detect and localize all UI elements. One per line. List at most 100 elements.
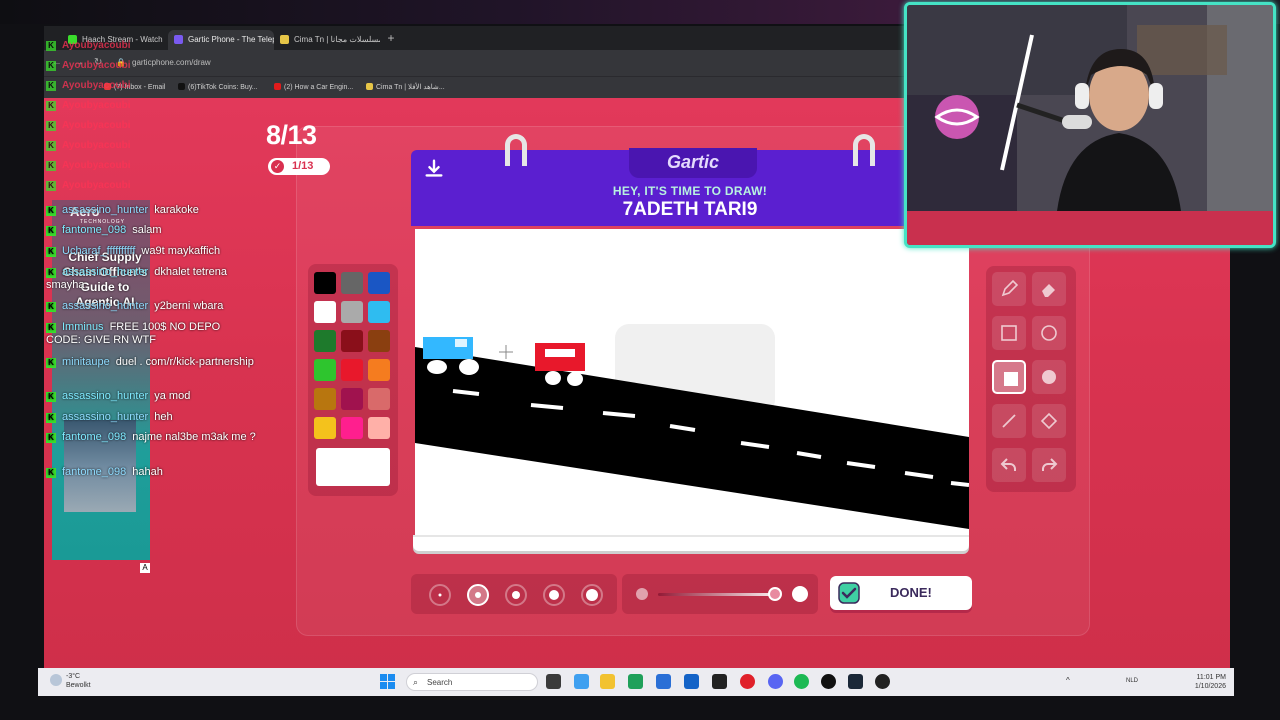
color-swatch[interactable] — [341, 301, 363, 323]
done-label: DONE! — [890, 585, 932, 600]
color-swatch[interactable] — [341, 359, 363, 381]
brush-size-3[interactable] — [505, 584, 527, 606]
selected-color-preview[interactable] — [316, 448, 390, 486]
color-swatch[interactable] — [314, 330, 336, 352]
color-swatch[interactable] — [368, 301, 390, 323]
filled-rectangle-tool[interactable] — [992, 360, 1026, 394]
color-swatch[interactable] — [368, 330, 390, 352]
kick-badge-icon: K — [46, 302, 56, 312]
ring-icon — [853, 134, 875, 166]
circle-icon — [1041, 325, 1057, 341]
discord-icon[interactable] — [768, 674, 783, 689]
color-swatch[interactable] — [368, 272, 390, 294]
color-swatch[interactable] — [341, 330, 363, 352]
round-counter: 8/13 — [266, 120, 317, 150]
chat-username[interactable]: Ucharaf_ffffffffff — [62, 245, 135, 257]
color-swatch[interactable] — [314, 388, 336, 410]
task-view-icon[interactable] — [546, 674, 561, 689]
color-swatch[interactable] — [341, 417, 363, 439]
download-icon[interactable] — [423, 158, 445, 180]
undo-button[interactable] — [992, 448, 1026, 482]
color-swatch[interactable] — [314, 359, 336, 381]
ellipse-tool[interactable] — [1032, 316, 1066, 350]
chat-username[interactable]: assassino_hunter — [62, 300, 148, 312]
steam-icon[interactable] — [848, 674, 863, 689]
chat-ghost-names: K Ayoubyacoubi K Ayoubyacoubi K Ayoubyacoubi K… — [46, 36, 176, 196]
fill-tool[interactable] — [1032, 404, 1066, 438]
terminal-icon[interactable] — [712, 674, 727, 689]
tab-label: Cima Tn | المسلسلات مجانا — [294, 35, 380, 44]
ring-icon — [505, 134, 527, 166]
tab-label: Gartic Phone - The Telep — [188, 35, 274, 44]
chat-username[interactable]: assassino_hunter — [62, 390, 148, 402]
brush-size-2[interactable] — [467, 584, 489, 606]
windows-start-icon[interactable] — [380, 674, 396, 690]
pencil-tool[interactable] — [992, 272, 1026, 306]
color-swatch[interactable] — [368, 417, 390, 439]
opacity-track[interactable] — [658, 593, 774, 596]
chat-username[interactable]: assassino_hunter — [62, 411, 148, 423]
bookmark-cima[interactable]: Cima Tn | شاهد الأفلا... — [366, 83, 445, 91]
drawing-canvas[interactable] — [415, 229, 970, 535]
color-swatch[interactable] — [314, 417, 336, 439]
chat-ghost-name: K Ayoubyacoubi — [46, 140, 131, 151]
screen: Haach Stream - Watch Gartic Phone - The … — [0, 0, 1280, 720]
store-icon[interactable] — [656, 674, 671, 689]
obs-icon[interactable] — [821, 674, 836, 689]
eraser-tool[interactable] — [1032, 272, 1066, 306]
chat-username[interactable]: assassino_hunter — [62, 204, 148, 216]
redo-button[interactable] — [1032, 448, 1066, 482]
chat-username[interactable]: fantome_098 — [62, 431, 126, 443]
brush-size-5[interactable] — [581, 584, 603, 606]
clock[interactable]: 11:01 PM 1/10/2026 — [1195, 673, 1226, 691]
color-swatch[interactable] — [341, 272, 363, 294]
color-swatch[interactable] — [314, 301, 336, 323]
ad-choices-icon[interactable]: A — [140, 563, 150, 573]
brush-size-4[interactable] — [543, 584, 565, 606]
tab-cima-tn[interactable]: Cima Tn | المسلسلات مجانا — [274, 30, 380, 50]
chat-text: y2berni wbara — [154, 300, 224, 312]
color-swatch[interactable] — [368, 359, 390, 381]
color-swatch[interactable] — [341, 388, 363, 410]
edge-icon[interactable] — [628, 674, 643, 689]
chat-username[interactable]: fantome_098 — [62, 466, 126, 478]
color-swatch[interactable] — [368, 388, 390, 410]
brush-size-1[interactable] — [429, 584, 451, 606]
media-icon[interactable] — [875, 674, 890, 689]
opacity-slider[interactable] — [622, 574, 818, 614]
kick-badge-icon: K — [46, 206, 56, 216]
bookmark-youtube[interactable]: (2) How a Car Engin... — [274, 83, 353, 91]
kick-badge-icon: K — [46, 121, 56, 131]
tiktok-icon — [178, 83, 185, 90]
chat-username[interactable]: fantome_098 — [62, 224, 126, 236]
chat-ghost-name: K Ayoubyacoubi — [46, 60, 131, 71]
weather-widget[interactable]: -3°C Bewolkt — [50, 672, 91, 690]
taskbar-search[interactable]: ⌕ Search — [406, 673, 538, 691]
opacity-handle[interactable] — [768, 587, 782, 601]
language-indicator[interactable]: NLD — [1126, 678, 1138, 684]
rectangle-tool[interactable] — [992, 316, 1026, 350]
done-button[interactable]: DONE! — [830, 576, 972, 610]
new-tab-button[interactable]: + — [384, 31, 398, 45]
crosshair-cursor-icon — [499, 345, 513, 359]
spotify-icon[interactable] — [794, 674, 809, 689]
color-swatch[interactable] — [314, 272, 336, 294]
chat-ghost-name: K Ayoubyacoubi — [46, 160, 131, 171]
opera-icon[interactable] — [740, 674, 755, 689]
kick-badge-icon: K — [46, 81, 56, 91]
chevron-up-icon[interactable]: ^ — [1066, 676, 1070, 685]
webcam-footer — [907, 211, 1273, 245]
line-tool[interactable] — [992, 404, 1026, 438]
file-explorer-icon[interactable] — [600, 674, 615, 689]
chat-username[interactable]: minitaupe — [62, 356, 110, 368]
chat-username[interactable]: assassino_hunter — [62, 266, 148, 278]
bookmark-tiktok[interactable]: (6)TikTok Coins: Buy... — [178, 83, 258, 91]
opacity-low-icon — [636, 588, 648, 600]
copilot-icon[interactable] — [574, 674, 589, 689]
outlook-icon[interactable] — [684, 674, 699, 689]
filled-ellipse-tool[interactable] — [1032, 360, 1066, 394]
draw-prompt-word: 7ADETH TARI9 — [622, 199, 758, 220]
chat-username[interactable]: Imminus — [62, 321, 104, 333]
tab-gartic-phone[interactable]: Gartic Phone - The Telep — [168, 30, 274, 50]
webcam-overlay — [904, 2, 1276, 248]
